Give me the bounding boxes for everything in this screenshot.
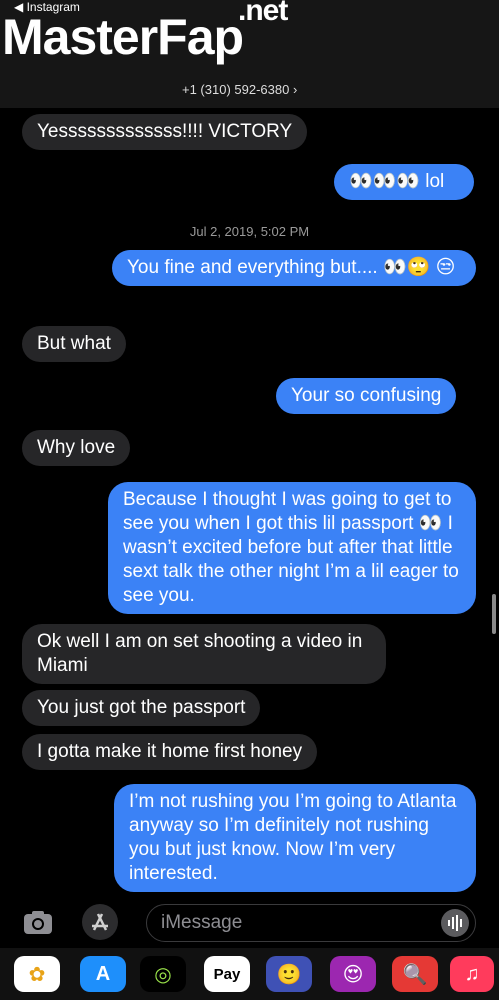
app-store-icon[interactable]: A	[80, 956, 126, 992]
message-composer: iMessage	[0, 898, 499, 948]
message-bubble-outgoing: Because I thought I was going to get to …	[108, 482, 476, 614]
timestamp: Jul 2, 2019, 5:02 PM	[189, 224, 310, 239]
message-bubble-outgoing: You fine and everything but.... 👀🙄 😒	[112, 250, 476, 286]
app-store-drawer-button[interactable]	[82, 904, 118, 940]
search-images-icon[interactable]: 🔍	[392, 956, 438, 992]
memoji-icon[interactable]: 🙂	[266, 956, 312, 992]
imessage-app-drawer: ✿ A ◎ Pay 🙂 😍 🔍 ♫	[0, 948, 499, 1000]
message-bubble-incoming: Why love	[22, 430, 131, 466]
app-drawer-icon	[92, 913, 108, 931]
message-bubble-outgoing: Your so confusing	[276, 378, 457, 414]
message-bubble-incoming: Ok well I am on set shooting a video in …	[22, 624, 386, 684]
camera-button[interactable]	[20, 904, 56, 940]
message-bubble-incoming: Yesssssssssssss!!!! VICTORY	[22, 114, 308, 150]
imessage-placeholder: iMessage	[161, 912, 243, 933]
audio-message-button[interactable]	[441, 909, 469, 937]
scroll-indicator[interactable]	[492, 594, 496, 634]
photos-app-icon[interactable]: ✿	[14, 956, 60, 992]
contact-phone[interactable]: +1 (310) 592-6380 ›	[182, 82, 297, 97]
message-bubble-incoming: I gotta make it home first honey	[22, 734, 318, 770]
conversation-header: ◀ Instagram MasterFap .net +1 (310) 592-…	[0, 0, 499, 108]
music-icon[interactable]: ♫	[450, 956, 494, 992]
message-bubble-incoming: You just got the passport	[22, 690, 261, 726]
message-bubble-incoming: But what	[22, 326, 126, 362]
message-bubble-outgoing: I’m not rushing you I’m going to Atlanta…	[114, 784, 476, 892]
camera-icon	[24, 911, 52, 934]
message-bubble-outgoing: 👀👀👀 lol	[334, 164, 474, 200]
apple-pay-icon[interactable]: Pay	[204, 956, 250, 992]
watermark-main-text: MasterFap	[2, 9, 244, 65]
activity-icon[interactable]: ◎	[140, 956, 186, 992]
watermark-suffix-text: .net	[238, 0, 288, 27]
message-thread: Yesssssssssssss!!!! VICTORY 👀👀👀 lol Jul …	[0, 108, 499, 898]
watermark-logo: MasterFap .net	[2, 0, 288, 66]
memoji-stickers-icon[interactable]: 😍	[330, 956, 376, 992]
imessage-input[interactable]: iMessage	[146, 904, 476, 942]
waveform-icon	[448, 915, 462, 931]
